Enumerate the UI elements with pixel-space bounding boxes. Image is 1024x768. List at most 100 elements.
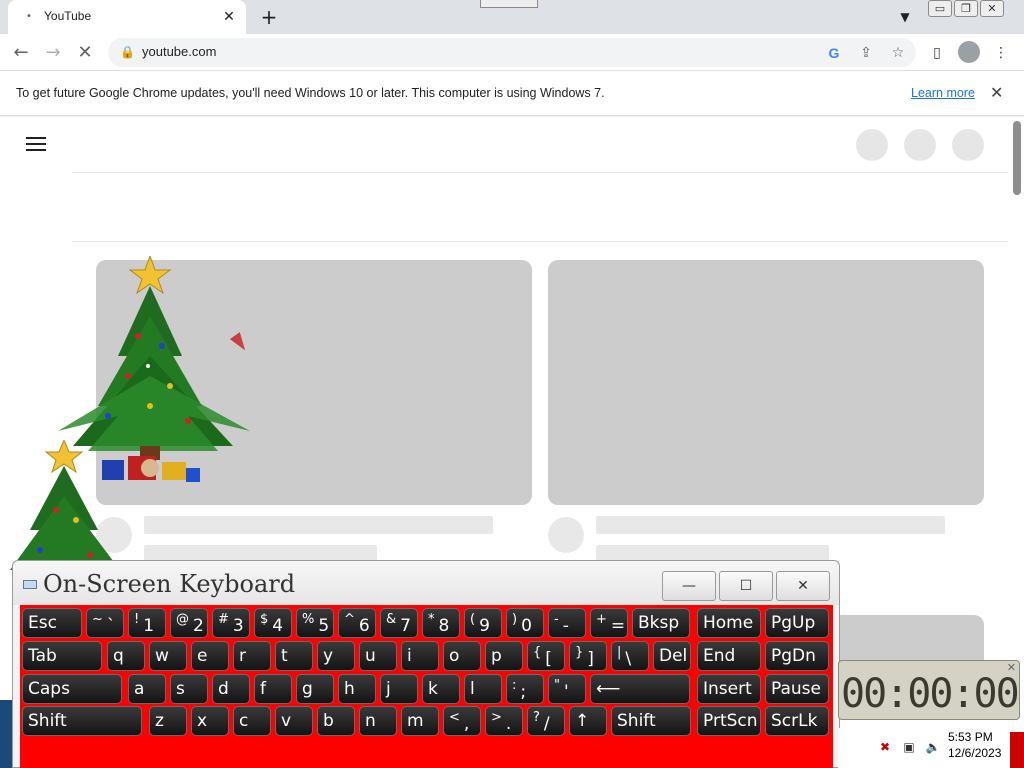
profile-avatar[interactable]: [958, 41, 980, 63]
forward-arrow-icon[interactable]: →: [40, 40, 66, 66]
close-window-button[interactable]: ✕: [980, 0, 1004, 17]
osk-close-button[interactable]: ✕: [776, 571, 830, 601]
key-char[interactable]: b: [317, 706, 355, 736]
key-char[interactable]: ^ 6: [338, 608, 376, 638]
key-char[interactable]: | \: [611, 641, 649, 671]
key-char[interactable]: & 7: [380, 608, 418, 638]
key-scrlk[interactable]: ScrLk: [765, 706, 829, 736]
key-char[interactable]: h: [338, 674, 376, 704]
key-char[interactable]: ~ `: [86, 608, 124, 638]
key-tab[interactable]: Tab: [22, 641, 102, 671]
key-char[interactable]: {[: [527, 641, 565, 671]
key-char[interactable]: g: [296, 674, 334, 704]
key-char[interactable]: f: [254, 674, 292, 704]
key-char[interactable]: y: [317, 641, 355, 671]
key-char[interactable]: i: [401, 641, 439, 671]
key-char[interactable]: }]: [569, 641, 607, 671]
key-char[interactable]: >.: [485, 706, 523, 736]
key-char[interactable]: e: [191, 641, 229, 671]
tab-youtube[interactable]: • YouTube ✕: [8, 0, 246, 34]
key-char[interactable]: :;: [506, 674, 544, 704]
key-home[interactable]: Home: [697, 608, 761, 638]
key-char[interactable]: ! 1: [128, 608, 166, 638]
key-char[interactable]: ↑: [569, 706, 607, 736]
lock-icon[interactable]: 🔒: [120, 45, 135, 59]
tab-search-chevron-icon[interactable]: ▼: [894, 6, 916, 28]
key-char[interactable]: m: [401, 706, 439, 736]
key-char[interactable]: r: [233, 641, 271, 671]
key-char[interactable]: #3: [212, 608, 250, 638]
key-char[interactable]: p: [485, 641, 523, 671]
key-shift[interactable]: Shift: [22, 706, 142, 736]
key-pgup[interactable]: PgUp: [765, 608, 829, 638]
window-drag-handle[interactable]: [480, 0, 538, 8]
key-del[interactable]: Del: [653, 641, 691, 671]
key-char[interactable]: u: [359, 641, 397, 671]
key-caps[interactable]: Caps: [22, 674, 122, 704]
key-char[interactable]: @2: [170, 608, 208, 638]
side-panel-icon[interactable]: ▯: [926, 42, 948, 64]
video-thumbnail-placeholder[interactable]: [548, 260, 984, 505]
key-char[interactable]: v: [275, 706, 313, 736]
display-icon[interactable]: ▣: [898, 736, 920, 758]
menu-kebab-icon[interactable]: ⋮: [990, 42, 1012, 64]
key-prtscn[interactable]: PrtScn: [697, 706, 761, 736]
key-char[interactable]: --: [548, 608, 586, 638]
url-text[interactable]: youtube.com: [142, 44, 216, 59]
bookmark-star-icon[interactable]: ☆: [888, 43, 908, 63]
key-char[interactable]: j: [380, 674, 418, 704]
key-shift[interactable]: Shift: [611, 706, 691, 736]
key-esc[interactable]: Esc: [22, 608, 82, 638]
key-char[interactable]: w: [149, 641, 187, 671]
network-error-icon[interactable]: ✖: [874, 736, 896, 758]
restore-button[interactable]: ❐: [954, 0, 978, 17]
tray-date[interactable]: 12/6/2023: [948, 746, 1001, 760]
key-pause[interactable]: Pause: [765, 674, 829, 704]
address-bar[interactable]: 🔒 youtube.com G ⇪ ☆: [108, 38, 916, 67]
hamburger-menu-icon[interactable]: [26, 137, 46, 151]
key-end[interactable]: End: [697, 641, 761, 671]
key-char[interactable]: + =: [590, 608, 628, 638]
key-char[interactable]: o: [443, 641, 481, 671]
back-arrow-icon[interactable]: ←: [8, 40, 34, 66]
learn-more-link[interactable]: Learn more: [911, 86, 975, 100]
key-char[interactable]: n: [359, 706, 397, 736]
key-char[interactable]: q: [107, 641, 145, 671]
key-char[interactable]: d: [212, 674, 250, 704]
key-char[interactable]: $4: [254, 608, 292, 638]
key-char[interactable]: s: [170, 674, 208, 704]
osk-minimize-button[interactable]: —: [662, 571, 716, 601]
key-insert[interactable]: Insert: [697, 674, 761, 704]
key-char[interactable]: a: [128, 674, 166, 704]
minimize-button[interactable]: ▭: [928, 0, 952, 17]
key-char[interactable]: ) 0: [506, 608, 544, 638]
volume-icon[interactable]: 🔈: [922, 736, 944, 758]
tab-close-icon[interactable]: ✕: [220, 8, 238, 26]
key-char[interactable]: z: [149, 706, 187, 736]
key-char[interactable]: c: [233, 706, 271, 736]
widget-close-icon[interactable]: ✕: [1007, 661, 1016, 674]
share-icon[interactable]: ⇪: [856, 43, 876, 63]
key-char[interactable]: % 5: [296, 608, 334, 638]
key-char[interactable]: t: [275, 641, 313, 671]
key-char[interactable]: " ': [548, 674, 586, 704]
key-char[interactable]: * 8: [422, 608, 460, 638]
show-desktop-button[interactable]: [1010, 732, 1024, 768]
key-char[interactable]: (9: [464, 608, 502, 638]
key-pgdn[interactable]: PgDn: [765, 641, 829, 671]
key-char[interactable]: <,: [443, 706, 481, 736]
key-bksp[interactable]: Bksp: [632, 608, 690, 638]
key-char[interactable]: ? /: [527, 706, 565, 736]
new-tab-button[interactable]: +: [258, 6, 280, 28]
key-char[interactable]: k: [422, 674, 460, 704]
osk-titlebar[interactable]: On-Screen Keyboard — ☐ ✕: [13, 561, 839, 605]
scrollbar-thumb[interactable]: [1013, 121, 1021, 195]
infobar-close-icon[interactable]: ✕: [990, 83, 1003, 102]
key-char[interactable]: l: [464, 674, 502, 704]
osk-maximize-button[interactable]: ☐: [719, 571, 773, 601]
stop-loading-icon[interactable]: ✕: [72, 40, 98, 66]
google-lens-icon[interactable]: G: [824, 43, 844, 63]
clock-widget[interactable]: 00:00:00 ✕: [838, 660, 1020, 720]
key-char[interactable]: x: [191, 706, 229, 736]
key-char[interactable]: ⟵: [590, 674, 690, 704]
